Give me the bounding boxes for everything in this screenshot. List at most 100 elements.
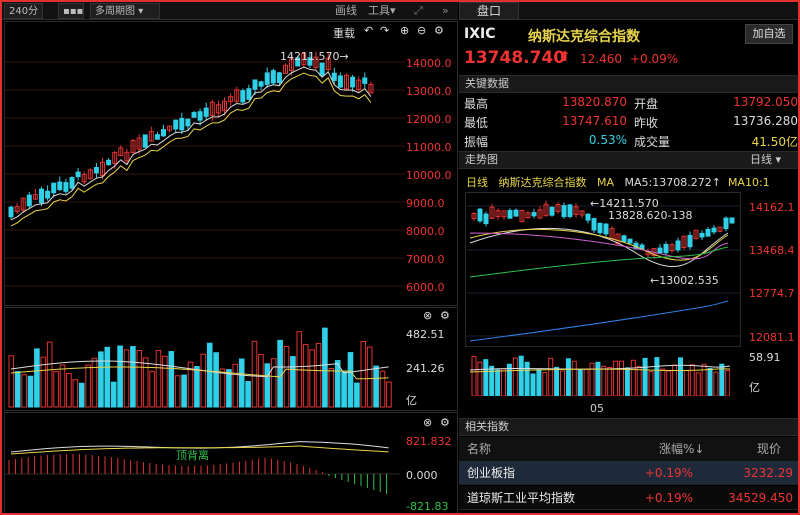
volume-bar	[232, 363, 239, 408]
related-pct: +0.19%	[644, 466, 693, 480]
kline-y-tick: 13000.0	[406, 85, 452, 98]
candle-body	[161, 129, 166, 137]
volume-bar	[264, 363, 271, 408]
kline-y-tick: 6000.0	[406, 281, 445, 294]
trend-candle-body	[513, 209, 519, 217]
arrow-up-icon: ⬆	[559, 49, 571, 65]
key-data-label: 成交量	[634, 135, 671, 149]
related-price: 3232.29	[743, 466, 793, 480]
candle-body	[197, 111, 203, 121]
multi-period-label: 多周期图	[95, 6, 135, 17]
related-row[interactable]: 道琼斯工业平均指数 +0.19% 34529.450	[459, 486, 798, 510]
more-icon[interactable]: ▪▪▪	[58, 3, 84, 19]
trend-volume-bar	[495, 369, 501, 396]
volume-bar	[98, 351, 104, 408]
trend-volume-bar	[624, 367, 630, 396]
volume-bar	[27, 375, 34, 408]
trend-volume-bar	[619, 360, 624, 396]
close-icon[interactable]: ⊗	[423, 416, 432, 429]
volume-bar	[341, 371, 347, 408]
trend-volume-bar	[666, 370, 672, 396]
add-watchlist-button[interactable]: 加自选	[745, 24, 793, 44]
period-button[interactable]: 240分	[4, 3, 44, 19]
candle-body	[173, 119, 179, 130]
trend-vol-tick: 58.91	[749, 351, 781, 364]
trend-candle-body	[723, 217, 729, 230]
candle-body	[69, 177, 75, 189]
volume-bar	[59, 364, 66, 408]
trend-candle-body	[627, 238, 633, 244]
volume-bar	[283, 345, 290, 408]
candle-body	[179, 117, 185, 131]
chevron-down-icon: ▾	[775, 153, 782, 166]
trend-volume-bar	[524, 361, 530, 396]
candle-body	[75, 171, 81, 178]
divergence-label: 顶背离	[176, 449, 209, 462]
volume-bar	[354, 382, 360, 408]
trend-volume-bar	[512, 357, 518, 396]
candle-body	[57, 181, 63, 191]
settings-icon[interactable]: ⚙	[440, 309, 450, 322]
macd-zero-tick: 0.000	[406, 469, 438, 482]
volume-bar	[309, 349, 315, 408]
trend-candle-body	[531, 212, 537, 217]
candle-body	[350, 76, 356, 88]
trend-mid-annotation: 13828.620-138	[608, 209, 693, 222]
trend-candle-body	[657, 247, 663, 254]
trend-volume-bar	[583, 368, 589, 396]
trend-volume-bar	[548, 357, 554, 396]
chevron-right-icon[interactable]: »	[442, 3, 449, 19]
trend-volume-bar	[607, 366, 613, 396]
trend-volume-bar	[713, 371, 719, 396]
trend-volume-bar	[471, 356, 477, 396]
volume-bar	[328, 367, 335, 408]
volume-bar	[53, 371, 59, 408]
volume-bar	[46, 341, 53, 408]
quote-code: IXIC	[464, 26, 496, 42]
ma10-line	[10, 72, 372, 227]
tab-order-book[interactable]: 盘口	[459, 2, 519, 20]
volume-bar	[302, 344, 309, 408]
kline-chart	[5, 51, 405, 287]
trend-candle-body	[729, 217, 735, 224]
volume-bar	[290, 356, 296, 408]
trend-volume-chart	[469, 355, 730, 396]
volume-bar	[155, 349, 162, 408]
volume-bar	[123, 349, 130, 408]
trend-volume-bar	[501, 368, 506, 396]
key-data-value: 41.50亿	[751, 135, 798, 149]
trend-volume-bar	[518, 355, 524, 396]
legend-ma: MA	[597, 176, 615, 189]
candle-body	[264, 72, 270, 85]
trend-tick-4: 12081.1	[749, 331, 795, 344]
quote-name: 纳斯达克综合指数	[528, 29, 640, 45]
related-table-header: 名称 涨幅%↓ 现价	[459, 437, 798, 461]
tools-menu[interactable]: 工具▾	[368, 3, 396, 19]
candle-body	[26, 194, 32, 207]
legend-period: 日线	[466, 176, 488, 189]
volume-bar	[379, 370, 386, 408]
trend-candle-body	[591, 218, 597, 231]
draw-line-button[interactable]: 画线	[335, 3, 357, 19]
col-name[interactable]: 名称	[467, 437, 491, 461]
candle-body	[252, 79, 258, 90]
trend-vol-unit: 亿	[749, 381, 760, 394]
related-row[interactable]: 创业板指 +0.19% 3232.29	[459, 461, 798, 485]
legend-ma10: MA10:1	[727, 176, 770, 189]
candle-body	[185, 118, 191, 127]
multi-period-dropdown[interactable]: 多周期图 ▾	[90, 3, 160, 19]
trend-candle-body	[585, 213, 591, 221]
legend-name: 纳斯达克综合指数	[498, 176, 587, 189]
trend-period-dropdown[interactable]: 日线 ▾	[750, 152, 796, 168]
settings-icon[interactable]: ⚙	[434, 24, 444, 37]
volume-bar	[219, 368, 226, 408]
col-price[interactable]: 现价	[757, 437, 781, 461]
expand-icon[interactable]: ⤢	[414, 3, 423, 19]
trend-candle-body	[597, 222, 603, 234]
close-icon[interactable]: ⊗	[423, 309, 432, 322]
zoom-out-icon[interactable]: ⊖	[417, 24, 426, 37]
settings-icon[interactable]: ⚙	[440, 416, 450, 429]
trend-candle-body	[483, 213, 489, 225]
app-window: 240分 ▪▪▪ 多周期图 ▾ 画线 工具▾ ⤢ » 盘口 重载 ↶ ↷ ⊕ ⊖…	[0, 0, 800, 515]
col-change-pct[interactable]: 涨幅%↓	[659, 437, 704, 461]
